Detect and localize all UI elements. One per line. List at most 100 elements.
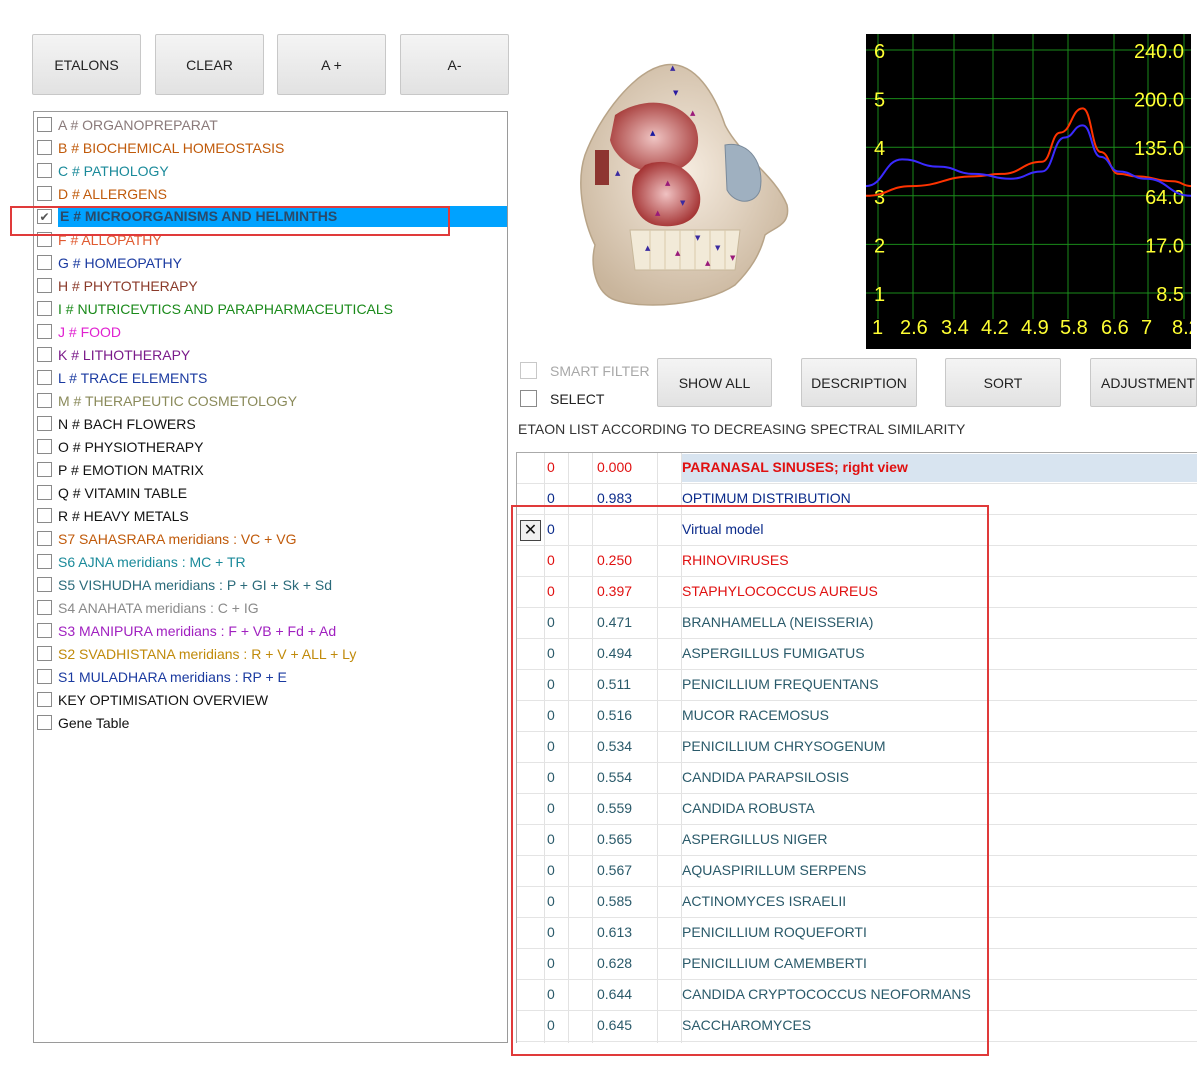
table-row[interactable]: 0 0.511 PENICILLIUM FREQUENTANS — [517, 670, 1197, 701]
category-label: S1 MULADHARA meridians : RP + E — [58, 668, 287, 685]
y-tick-label: 4 — [874, 138, 885, 160]
category-checkbox[interactable] — [37, 439, 52, 454]
clear-button[interactable]: CLEAR — [155, 34, 264, 95]
category-checkbox[interactable] — [37, 186, 52, 201]
category-checkbox[interactable] — [37, 669, 52, 684]
table-row[interactable]: 0 0.397 STAPHYLOCOCCUS AUREUS — [517, 577, 1197, 608]
table-row[interactable]: 0 0.567 AQUASPIRILLUM SERPENS — [517, 856, 1197, 887]
category-checkbox[interactable] — [37, 278, 52, 293]
category-checkbox[interactable]: ✔ — [37, 209, 52, 224]
category-label: L # TRACE ELEMENTS — [58, 369, 208, 386]
smart-filter-row[interactable]: SMART FILTER — [520, 362, 650, 379]
etalons-button[interactable]: ETALONS — [32, 34, 141, 95]
category-checkbox[interactable] — [37, 324, 52, 339]
adjustment-button[interactable]: ADJUSTMENT — [1090, 358, 1197, 407]
category-item[interactable]: B # BIOCHEMICAL HOMEOSTASIS — [34, 136, 507, 159]
sort-button[interactable]: SORT — [945, 358, 1061, 407]
table-row[interactable]: 0 0.645 SACCHAROMYCES — [517, 1011, 1197, 1042]
category-checkbox[interactable] — [37, 255, 52, 270]
category-checkbox[interactable] — [37, 577, 52, 592]
category-checkbox[interactable] — [37, 508, 52, 523]
category-checkbox[interactable] — [37, 416, 52, 431]
category-item[interactable]: D # ALLERGENS — [34, 182, 507, 205]
table-row[interactable]: 0 0.250 RHINOVIRUSES — [517, 546, 1197, 577]
table-row[interactable]: 0 0.000 PARANASAL SINUSES; right view — [517, 453, 1197, 484]
category-item[interactable]: S1 MULADHARA meridians : RP + E — [34, 665, 507, 688]
table-row[interactable]: 0 0.554 CANDIDA PARAPSILOSIS — [517, 763, 1197, 794]
category-item[interactable]: K # LITHOTHERAPY — [34, 343, 507, 366]
category-checkbox[interactable] — [37, 646, 52, 661]
description-button[interactable]: DESCRIPTION — [801, 358, 917, 407]
category-item[interactable]: ✔ E # MICROORGANISMS AND HELMINTHS — [34, 205, 507, 228]
category-checkbox[interactable] — [37, 163, 52, 178]
category-item[interactable]: O # PHYSIOTHERAPY — [34, 435, 507, 458]
table-row[interactable]: ✕ 0 Virtual model — [517, 515, 1197, 546]
row-name: Virtual model — [682, 521, 764, 537]
category-checkbox[interactable] — [37, 370, 52, 385]
category-item[interactable]: Gene Table — [34, 711, 507, 734]
table-row[interactable]: 0 0.559 CANDIDA ROBUSTA — [517, 794, 1197, 825]
category-item[interactable]: Q # VITAMIN TABLE — [34, 481, 507, 504]
row-flag: 0 — [547, 924, 555, 940]
category-item[interactable]: KEY OPTIMISATION OVERVIEW — [34, 688, 507, 711]
category-checkbox[interactable] — [37, 531, 52, 546]
category-item[interactable]: I # NUTRICEVTICS AND PARAPHARMACEUTICALS — [34, 297, 507, 320]
table-row[interactable]: 0 0.534 PENICILLIUM CHRYSOGENUM — [517, 732, 1197, 763]
table-row[interactable]: 0 0.494 ASPERGILLUS FUMIGATUS — [517, 639, 1197, 670]
category-item[interactable]: L # TRACE ELEMENTS — [34, 366, 507, 389]
category-item[interactable]: S5 VISHUDHA meridians : P + GI + Sk + Sd — [34, 573, 507, 596]
y-tick-label: 6 — [874, 41, 885, 63]
category-item[interactable]: S2 SVADHISTANA meridians : R + V + ALL +… — [34, 642, 507, 665]
close-x-icon[interactable]: ✕ — [520, 519, 541, 541]
category-item[interactable]: H # PHYTOTHERAPY — [34, 274, 507, 297]
table-row[interactable]: 0 0.516 MUCOR RACEMOSUS — [517, 701, 1197, 732]
row-flag: 0 — [547, 614, 555, 630]
show-all-button[interactable]: SHOW ALL — [657, 358, 772, 407]
select-checkbox[interactable] — [520, 390, 537, 407]
a-minus-button[interactable]: A- — [400, 34, 509, 95]
table-row[interactable]: 0 0.585 ACTINOMYCES ISRAELII — [517, 887, 1197, 918]
category-checkbox[interactable] — [37, 301, 52, 316]
category-checkbox[interactable] — [37, 393, 52, 408]
category-item[interactable]: M # THERAPEUTIC COSMETOLOGY — [34, 389, 507, 412]
table-row[interactable]: 0 0.628 PENICILLIUM CAMEMBERTI — [517, 949, 1197, 980]
category-item[interactable]: P # EMOTION MATRIX — [34, 458, 507, 481]
y-tick-label: 5 — [874, 90, 885, 112]
spectrum-chart-svg: 6 5 4 3 2 1 240.0 200.0 135.0 64.0 17.0 8.5 1 2.6 3.4 4… — [865, 34, 1197, 349]
category-checkbox[interactable] — [37, 692, 52, 707]
category-item[interactable]: S4 ANAHATA meridians : C + IG — [34, 596, 507, 619]
smart-filter-checkbox[interactable] — [520, 362, 537, 379]
row-value: 0.613 — [597, 924, 633, 940]
select-row[interactable]: SELECT — [520, 390, 604, 407]
category-checkbox[interactable] — [37, 140, 52, 155]
row-flag: 0 — [547, 552, 555, 568]
table-row[interactable]: 0 0.983 OPTIMUM DISTRIBUTION — [517, 484, 1197, 515]
category-item[interactable]: S3 MANIPURA meridians : F + VB + Fd + Ad — [34, 619, 507, 642]
etalon-list: 0 0.000 PARANASAL SINUSES; right view 0 0.98… — [516, 452, 1197, 1043]
row-marker-cell[interactable]: ✕ — [517, 515, 544, 545]
category-checkbox[interactable] — [37, 347, 52, 362]
category-item[interactable]: S6 AJNA meridians : MC + TR — [34, 550, 507, 573]
svg-text:▼: ▼ — [715, 244, 721, 252]
category-item[interactable]: C # PATHOLOGY — [34, 159, 507, 182]
category-checkbox[interactable] — [37, 623, 52, 638]
category-item[interactable]: R # HEAVY METALS — [34, 504, 507, 527]
table-row[interactable]: 0 0.565 ASPERGILLUS NIGER — [517, 825, 1197, 856]
category-checkbox[interactable] — [37, 462, 52, 477]
category-item[interactable]: A # ORGANOPREPARAT — [34, 113, 507, 136]
a-plus-button[interactable]: A + — [277, 34, 386, 95]
category-checkbox[interactable] — [37, 232, 52, 247]
category-item[interactable]: F # ALLOPATHY — [34, 228, 507, 251]
category-checkbox[interactable] — [37, 117, 52, 132]
category-checkbox[interactable] — [37, 485, 52, 500]
category-item[interactable]: N # BACH FLOWERS — [34, 412, 507, 435]
category-checkbox[interactable] — [37, 554, 52, 569]
table-row[interactable]: 0 0.644 CANDIDA CRYPTOCOCCUS NEOFORMANS — [517, 980, 1197, 1011]
table-row[interactable]: 0 0.471 BRANHAMELLA (NEISSERIA) — [517, 608, 1197, 639]
category-item[interactable]: J # FOOD — [34, 320, 507, 343]
category-item[interactable]: G # HOMEOPATHY — [34, 251, 507, 274]
category-item[interactable]: S7 SAHASRARA meridians : VC + VG — [34, 527, 507, 550]
category-checkbox[interactable] — [37, 600, 52, 615]
table-row[interactable]: 0 0.613 PENICILLIUM ROQUEFORTI — [517, 918, 1197, 949]
category-checkbox[interactable] — [37, 715, 52, 730]
